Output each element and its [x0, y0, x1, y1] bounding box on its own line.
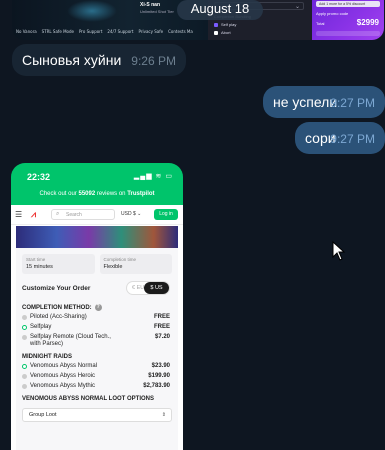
product-art	[67, 0, 117, 22]
site-nav: ☰ ⩘ ⌕ Search USD $ ⌄ Log in	[11, 205, 183, 225]
product-name: Xi-S nan	[140, 2, 161, 8]
message-time: 9:26 PM	[131, 54, 176, 68]
completion-option: Selfplay Remote (Cloud Tech., with Parse…	[22, 334, 172, 348]
radio-icon	[22, 374, 27, 379]
search-input: ⌕ Search	[51, 209, 115, 220]
completion-time-box: Completion time Flexible	[99, 254, 172, 274]
phone-page: ☰ ⩘ ⌕ Search USD $ ⌄ Log in Start time 1…	[11, 205, 183, 450]
badge: 24/7 Support	[107, 29, 134, 34]
site-logo-icon: ⩘	[31, 209, 37, 219]
message-time: 9:27 PM	[330, 96, 375, 110]
menu-icon: ☰	[15, 210, 23, 219]
radio-icon	[214, 30, 218, 35]
add-more-row: Add 1 more for a 5% discount	[316, 1, 380, 7]
region-us: $ US	[144, 282, 169, 294]
phone-status-bar: 22:32 ▂▄▆ ≋ ▭	[11, 163, 183, 191]
radio-icon	[22, 315, 27, 320]
midnight-raids-title: MIDNIGHT RAIDS	[22, 354, 72, 360]
completion-option: Selfplay FREE	[22, 324, 172, 331]
start-time-box: Start time 15 minutes	[22, 254, 95, 274]
product-banner-image	[16, 226, 178, 248]
time-row: Start time 15 minutes Completion time Fl…	[22, 254, 172, 274]
total-label: Total	[316, 21, 325, 26]
mouse-pointer-icon	[332, 241, 346, 261]
badge: Contests Ma	[168, 29, 193, 34]
loot-options-title: VENOMOUS ABYSS NORMAL LOOT OPTIONS	[22, 396, 155, 402]
message-text: не успели	[273, 94, 338, 110]
badge: No Vanora	[16, 29, 37, 34]
message-text: Сыновья хуйни	[22, 52, 122, 68]
message-incoming[interactable]: Сыновья хуйни 9:26 PM	[12, 44, 186, 76]
completion-method-title: COMPLETION METHOD:?	[22, 304, 102, 311]
product-subtitle: Unlimited Shot Tier	[140, 9, 174, 14]
customize-row: Customize Your Order € EU $ US	[22, 278, 172, 298]
trustpilot-brand: Trustpilot	[127, 191, 155, 197]
raid-option: Venomous Abyss Normal $23.90	[22, 363, 172, 370]
chevron-down-icon: ⌄	[294, 4, 300, 10]
radio-icon	[22, 384, 27, 389]
badge: STRL Safe Mode	[41, 29, 74, 34]
option-selfplay: Self play	[214, 22, 236, 27]
promo-code-link: Apply promo code	[316, 11, 349, 16]
screenshot-checkout-panel: Add 1 more for a 5% discount Apply promo…	[312, 0, 384, 40]
radio-icon	[214, 22, 218, 27]
total-price: $2999	[356, 18, 379, 27]
help-icon: ?	[94, 304, 102, 311]
feature-badges: No Vanora STRL Safe Mode Pro Support 24/…	[16, 29, 193, 34]
option-abort: Abort	[214, 30, 231, 35]
chevron-updown-icon: ⇕	[161, 412, 166, 418]
login-button: Log in	[154, 209, 178, 220]
message-outgoing[interactable]: сори 9:27 PM	[295, 122, 385, 154]
loot-select: Group Loot ⇕	[22, 408, 172, 422]
radio-icon	[22, 335, 27, 340]
date-separator: August 18	[177, 0, 263, 20]
signal-wifi-battery-icon: ▂▄▆ ≋ ▭	[133, 173, 173, 180]
search-icon: ⌕	[56, 211, 60, 217]
shared-screenshot-phone[interactable]: 22:32 ▂▄▆ ≋ ▭ Check out our 55092 review…	[11, 163, 183, 450]
currency-select: USD $ ⌄	[121, 211, 142, 217]
radio-icon	[22, 364, 27, 369]
trustpilot-banner: Check out our 55092 reviews on Trustpilo…	[39, 191, 155, 197]
message-time: 9:27 PM	[330, 132, 375, 146]
checkout-row	[316, 31, 380, 36]
region-eu: € EU	[132, 285, 145, 291]
raid-option: Venomous Abyss Mythic $2,783.90	[22, 383, 172, 390]
message-outgoing[interactable]: не успели 9:27 PM	[263, 86, 385, 118]
order-card: Start time 15 minutes Completion time Fl…	[16, 248, 178, 450]
raid-option: Venomous Abyss Heroic $199.90	[22, 373, 172, 380]
phone-clock: 22:32	[27, 172, 51, 182]
completion-option: Piloted (Acc-Sharing) FREE	[22, 314, 172, 321]
region-toggle: € EU $ US	[126, 281, 170, 295]
review-count: 55092	[78, 191, 96, 197]
customize-title: Customize Your Order	[22, 285, 91, 292]
radio-icon	[22, 325, 27, 330]
badge: Pro Support	[78, 29, 103, 34]
badge: Privacy Safe	[138, 29, 164, 34]
